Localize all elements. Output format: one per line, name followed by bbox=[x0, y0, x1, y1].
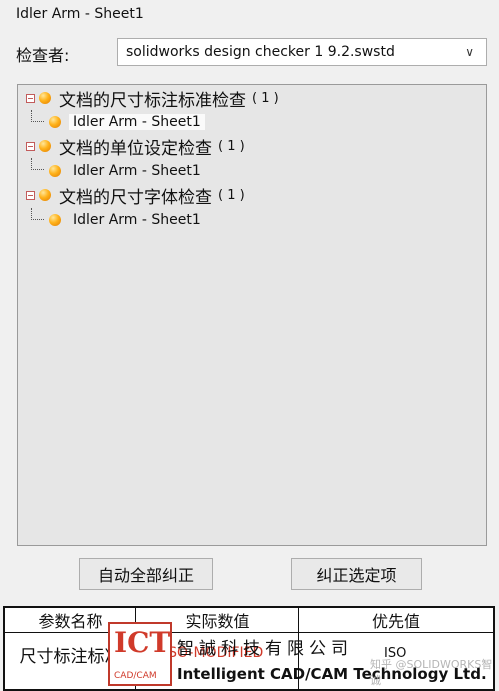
tree-group-label: 文档的尺寸字体检查 bbox=[59, 187, 212, 208]
tree-group-count: ( 1 ) bbox=[218, 187, 245, 203]
orange-ball-icon bbox=[49, 165, 61, 177]
chevron-down-icon: ∨ bbox=[465, 45, 474, 59]
check-tree[interactable]: 文档的尺寸标注标准检查 ( 1 ) Idler Arm - Sheet1 文档的… bbox=[17, 84, 487, 546]
tree-item-label: Idler Arm - Sheet1 bbox=[73, 163, 201, 179]
orange-ball-icon bbox=[39, 189, 51, 201]
auto-fix-all-button[interactable]: 自动全部纠正 bbox=[79, 558, 213, 590]
window-title: Idler Arm - Sheet1 bbox=[16, 6, 144, 22]
orange-ball-icon bbox=[49, 116, 61, 128]
tree-group-dimension-standard[interactable]: 文档的尺寸标注标准检查 ( 1 ) bbox=[26, 87, 279, 111]
company-name-cn: 智誠科技有限公司 bbox=[177, 639, 353, 659]
tree-connector bbox=[31, 110, 44, 122]
tree-item-sheet[interactable]: Idler Arm - Sheet1 bbox=[49, 111, 205, 133]
logo-sub: CAD/CAM bbox=[114, 671, 157, 681]
collapse-minus-icon[interactable] bbox=[26, 190, 35, 200]
collapse-minus-icon[interactable] bbox=[26, 93, 35, 103]
orange-ball-icon bbox=[49, 214, 61, 226]
orange-ball-icon bbox=[39, 92, 51, 104]
tree-item-label: Idler Arm - Sheet1 bbox=[73, 212, 201, 228]
tree-group-label: 文档的单位设定检查 bbox=[59, 138, 212, 159]
tree-group-unit-settings[interactable]: 文档的单位设定检查 ( 1 ) bbox=[26, 135, 245, 159]
tree-item-label: Idler Arm - Sheet1 bbox=[69, 114, 205, 130]
checker-select-value: solidworks design checker 1 9.2.swstd bbox=[126, 44, 395, 60]
tree-item-sheet[interactable]: Idler Arm - Sheet1 bbox=[49, 160, 205, 182]
tree-group-dimension-font[interactable]: 文档的尺寸字体检查 ( 1 ) bbox=[26, 184, 245, 208]
logo-mark: ICT bbox=[114, 626, 171, 659]
watermark: 知乎 @SOLIDWORKS智诚 bbox=[370, 658, 493, 687]
fix-selected-button[interactable]: 纠正选定项 bbox=[291, 558, 422, 590]
tree-connector bbox=[31, 158, 44, 170]
tree-connector bbox=[31, 208, 44, 220]
header-preferred-value: 优先值 bbox=[299, 608, 493, 633]
collapse-minus-icon[interactable] bbox=[26, 141, 35, 151]
orange-ball-icon bbox=[39, 140, 51, 152]
tree-group-count: ( 1 ) bbox=[252, 90, 279, 106]
company-logo: ICT CAD/CAM bbox=[108, 622, 172, 686]
tree-group-label: 文档的尺寸标注标准检查 bbox=[59, 90, 246, 111]
checker-select[interactable]: solidworks design checker 1 9.2.swstd ∨ bbox=[117, 38, 487, 66]
tree-group-count: ( 1 ) bbox=[218, 138, 245, 154]
tree-item-sheet[interactable]: Idler Arm - Sheet1 bbox=[49, 209, 205, 231]
checker-label: 检查者: bbox=[16, 46, 70, 65]
